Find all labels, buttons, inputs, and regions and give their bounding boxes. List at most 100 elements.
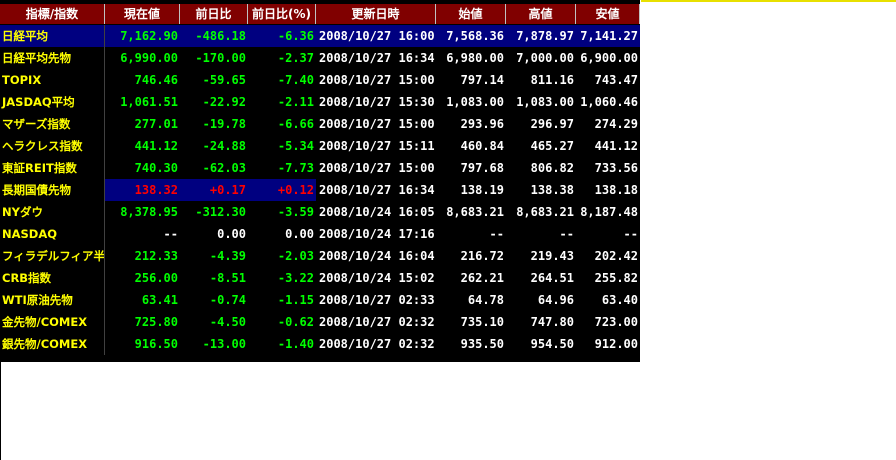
change-value: -22.92 [202,95,246,109]
change-value: +0.17 [180,179,248,201]
header-open[interactable]: 始値 [436,4,506,24]
low-value: 441.12 [594,139,638,153]
current-value: 725.80 [134,315,178,329]
index-name[interactable]: マザーズ指数 [0,113,105,135]
open-value: 797.68 [460,161,504,175]
table-row[interactable]: TOPIX 746.46 -59.65 -7.40 2008/10/27 15:00 79… [0,69,640,91]
current-value: 1,061.51 [120,95,178,109]
current-value: 6,990.00 [120,51,178,65]
index-name[interactable]: 日経平均 [0,25,105,47]
index-name[interactable]: 銀先物/COMEX [0,333,105,355]
table-row[interactable]: JASDAQ平均 1,061.51 -22.92 -2.11 2008/10/27 15… [0,91,640,113]
header-change[interactable]: 前日比 [180,4,248,24]
table-row[interactable]: NYダウ 8,378.95 -312.30 -3.59 2008/10/24 16:05… [0,201,640,223]
table-row[interactable]: 長期国債先物 138.32 +0.17 +0.12 2008/10/27 16:34 13… [0,179,640,201]
change-pct-value: -1.40 [277,337,314,351]
table-row[interactable]: NASDAQ -- 0.00 0.00 2008/10/24 17:16 -- -- -- [0,223,640,245]
table-row[interactable]: 日経平均先物 6,990.00 -170.00 -2.37 2008/10/27 16:… [0,47,640,69]
header-index-name[interactable]: 指標/指数 [0,4,105,24]
current-value: 63.41 [141,293,178,307]
high-value: 64.96 [537,293,574,307]
current-value: 916.50 [134,337,178,351]
index-name[interactable]: TOPIX [0,69,105,91]
current-value: 8,378.95 [120,205,178,219]
table-row[interactable]: 日経平均 7,162.90 -486.18 -6.36 2008/10/27 16:00… [0,25,640,47]
bottom-divider [0,361,640,362]
updated-datetime: 2008/10/27 16:00 [316,25,436,47]
updated-datetime: 2008/10/27 15:00 [319,73,435,87]
change-pct-value: -1.15 [277,293,314,307]
index-name[interactable]: 東証REIT指数 [0,157,105,179]
change-pct-value: -7.40 [277,73,314,87]
change-value: -59.65 [202,73,246,87]
open-value: 138.19 [460,183,504,197]
current-value: 740.30 [134,161,178,175]
left-divider [0,361,1,460]
table-row[interactable]: フィラデルフィア半導 212.33 -4.39 -2.03 2008/10/24 16:… [0,245,640,267]
updated-datetime: 2008/10/27 02:32 [319,337,435,351]
high-value: 806.82 [530,161,574,175]
change-value: -19.78 [202,117,246,131]
change-pct-value: -7.73 [277,161,314,175]
index-name[interactable]: ヘラクレス指数 [0,135,105,157]
low-value: 733.56 [594,161,638,175]
index-name[interactable]: WTI原油先物 [0,289,105,311]
index-name[interactable]: CRB指数 [0,267,105,289]
header-current[interactable]: 現在値 [105,4,180,24]
high-value: 264.51 [530,271,574,285]
change-pct-value: -3.22 [277,271,314,285]
current-value: 212.33 [134,249,178,263]
index-name[interactable]: フィラデルフィア半導 [0,245,105,267]
index-name[interactable]: 長期国債先物 [0,179,105,201]
index-name[interactable]: NASDAQ [0,223,105,245]
low-value: 6,900.00 [580,51,638,65]
header-updated[interactable]: 更新日時 [316,4,436,24]
current-value: 441.12 [134,139,178,153]
open-value: 797.14 [460,73,504,87]
table-header: 指標/指数 現在値 前日比 前日比(%) 更新日時 始値 高値 安値 [0,4,640,24]
header-high[interactable]: 高値 [506,4,576,24]
current-value: 256.00 [134,271,178,285]
updated-datetime: 2008/10/24 16:05 [319,205,435,219]
change-value: -4.50 [209,315,246,329]
open-value: 216.72 [460,249,504,263]
table-row[interactable]: CRB指数 256.00 -8.51 -3.22 2008/10/24 15:02 262… [0,267,640,289]
updated-datetime: 2008/10/27 02:33 [319,293,435,307]
index-name[interactable]: 金先物/COMEX [0,311,105,333]
current-value: 746.46 [134,73,178,87]
header-change-pct[interactable]: 前日比(%) [248,4,316,24]
updated-datetime: 2008/10/24 16:04 [319,249,435,263]
index-name[interactable]: 日経平均先物 [0,47,105,69]
low-value: 8,187.48 [580,205,638,219]
change-value: -170.00 [195,51,246,65]
low-value: 63.40 [601,293,638,307]
table-row[interactable]: 銀先物/COMEX 916.50 -13.00 -1.40 2008/10/27 02:… [0,333,640,355]
header-low[interactable]: 安値 [576,4,640,24]
table-row[interactable]: マザーズ指数 277.01 -19.78 -6.66 2008/10/27 15:00 2… [0,113,640,135]
high-value: 465.27 [530,139,574,153]
index-name[interactable]: NYダウ [0,201,105,223]
change-value: -13.00 [202,337,246,351]
low-value: 274.29 [594,117,638,131]
change-pct-value: +0.12 [248,179,316,201]
table-row[interactable]: 東証REIT指数 740.30 -62.03 -7.73 2008/10/27 15:0… [0,157,640,179]
high-value: 954.50 [530,337,574,351]
change-value: -486.18 [180,25,248,47]
open-value: 6,980.00 [446,51,504,65]
open-value: 460.84 [460,139,504,153]
updated-datetime: 2008/10/27 16:34 [319,51,435,65]
change-value: -0.74 [209,293,246,307]
table-row[interactable]: 金先物/COMEX 725.80 -4.50 -0.62 2008/10/27 02:3… [0,311,640,333]
table-row[interactable]: ヘラクレス指数 441.12 -24.88 -5.34 2008/10/27 15:11… [0,135,640,157]
updated-datetime: 2008/10/27 15:00 [319,161,435,175]
low-value: 723.00 [594,315,638,329]
index-name[interactable]: JASDAQ平均 [0,91,105,113]
updated-datetime: 2008/10/27 02:32 [319,315,435,329]
table-row[interactable]: WTI原油先物 63.41 -0.74 -1.15 2008/10/27 02:33 64… [0,289,640,311]
open-value: 735.10 [460,315,504,329]
low-value: -- [623,227,638,241]
high-value: 296.97 [530,117,574,131]
change-value: -8.51 [209,271,246,285]
high-value: 7,878.97 [506,25,576,47]
open-value: 935.50 [460,337,504,351]
